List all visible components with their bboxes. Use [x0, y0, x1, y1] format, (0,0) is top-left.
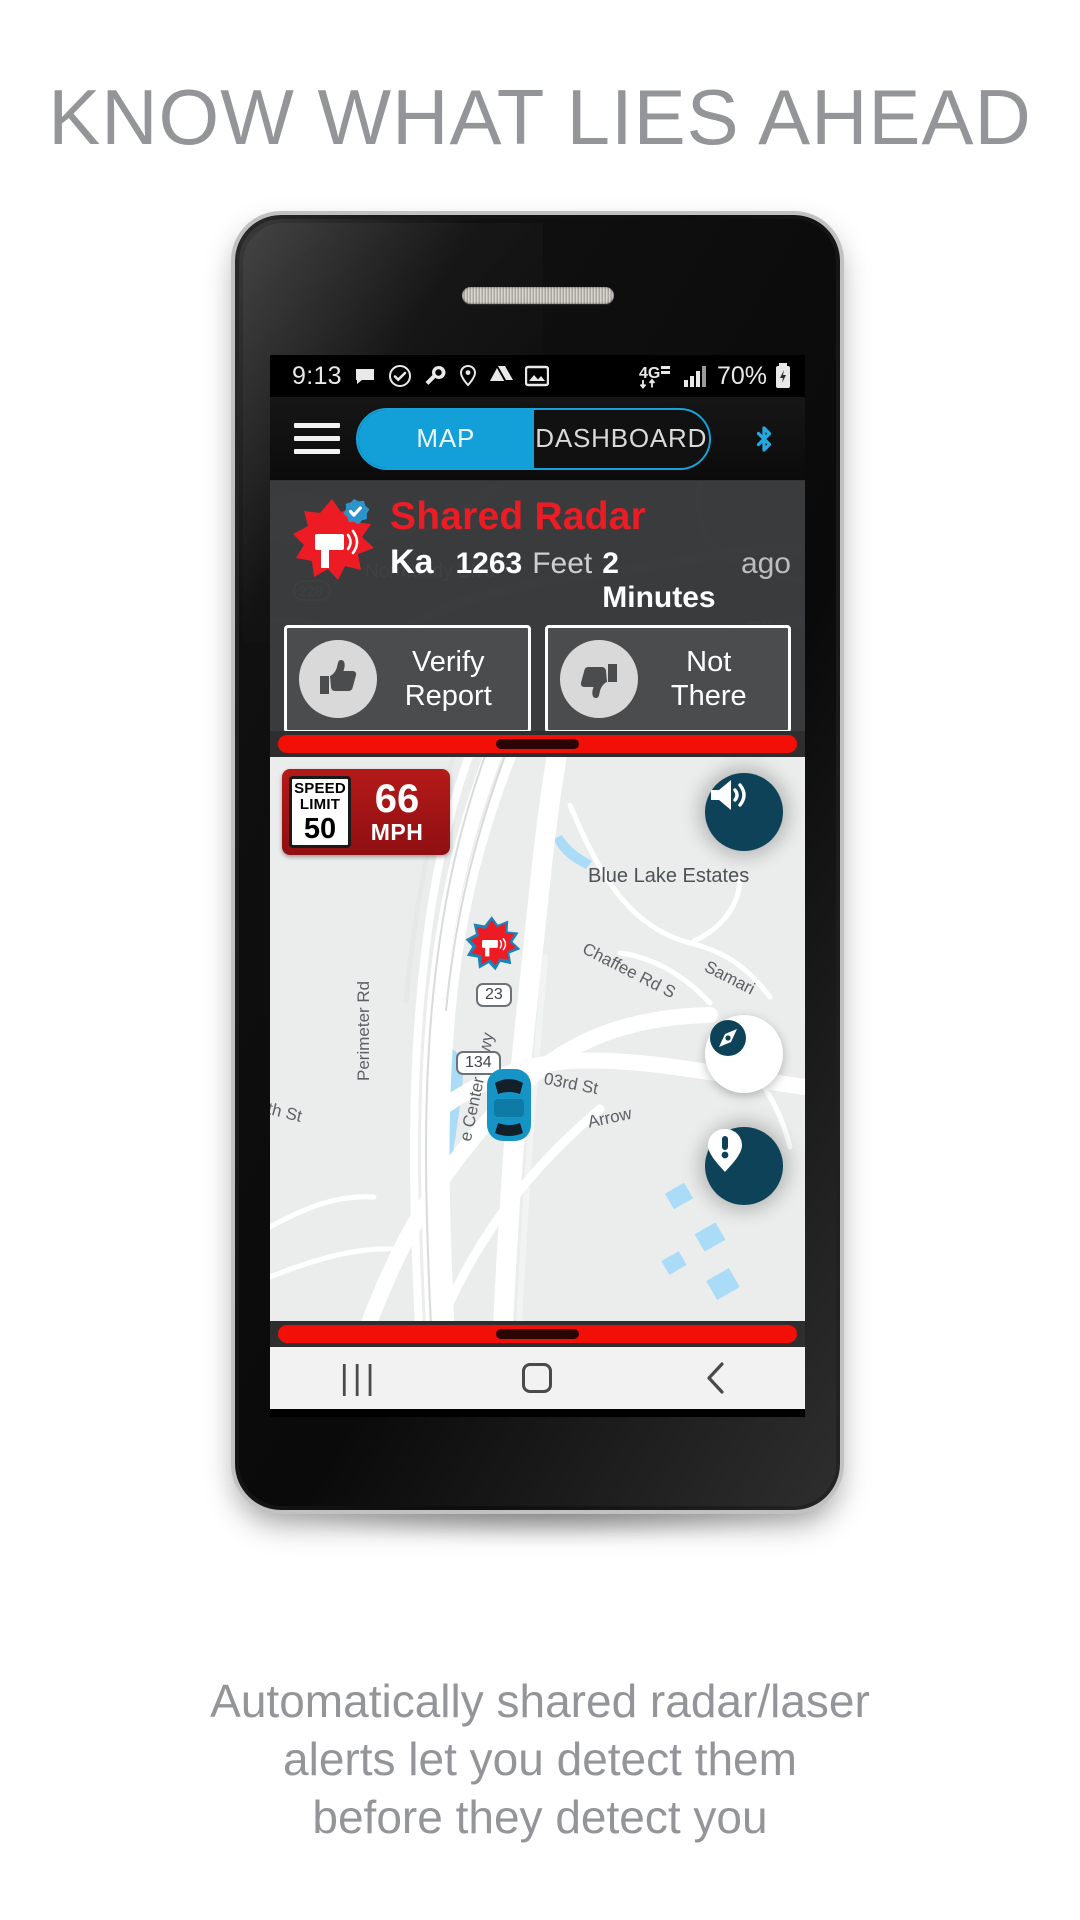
tab-map[interactable]: MAP	[358, 409, 534, 468]
earpiece-speaker	[461, 287, 614, 304]
map-label-perimeter-rd: Perimeter Rd	[354, 980, 373, 1081]
drive-icon	[489, 365, 514, 387]
report-button[interactable]	[705, 1127, 783, 1205]
volume-button[interactable]	[705, 773, 783, 851]
compass-button[interactable]	[705, 1015, 783, 1093]
not-there-button[interactable]: Not There	[544, 625, 791, 733]
scroll-thumb-bottom[interactable]	[495, 1329, 579, 1339]
map-label-blue-lake-estates: Blue Lake Estates	[588, 865, 750, 887]
thumbs-up-icon	[299, 640, 377, 718]
verify-report-button[interactable]: Verify Report	[284, 625, 531, 733]
scroll-track[interactable]	[278, 735, 797, 753]
radar-alert-marker-icon[interactable]	[465, 915, 521, 971]
battery-percent: 70%	[716, 361, 767, 390]
current-speed-value: 66	[374, 776, 420, 821]
recents-icon[interactable]: |||	[299, 1359, 419, 1398]
speed-limit-sign: SPEED LIMIT 50	[289, 776, 351, 848]
map-scroll-indicator-bottom[interactable]	[270, 1321, 805, 1347]
scroll-thumb[interactable]	[495, 739, 579, 749]
android-nav-bar: |||	[270, 1347, 805, 1409]
map-view[interactable]: SPEED LIMIT 50 66 MPH Blue Lake Estates …	[270, 757, 805, 1347]
alert-section: Normandy Blvd 228 ew	[270, 481, 805, 757]
signal-bars-icon	[683, 364, 709, 388]
battery-charging-icon	[775, 363, 791, 389]
alert-time-suffix: ago	[740, 547, 791, 580]
speed-limit-word-1: SPEED	[294, 779, 346, 797]
phone-screen: 9:13 4G 70% MAP DASHBOARD Shared Radar K…	[270, 355, 805, 1417]
caption-line-2: alerts let you detect them	[283, 1733, 797, 1785]
alert-time-value: 2 Minutes	[602, 547, 716, 614]
radar-gun-verified-icon	[288, 493, 380, 585]
promo-page: KNOW WHAT LIES AHEAD 9:13 4G 70% MAP DAS…	[0, 0, 1080, 1920]
alert-scroll-indicator-top[interactable]	[270, 731, 805, 757]
page-caption: Automatically shared radar/laser alerts …	[0, 1672, 1080, 1846]
current-speed-unit: MPH	[370, 818, 424, 845]
caption-line-3: before they detect you	[312, 1791, 768, 1843]
view-tab-group[interactable]: MAP DASHBOARD	[356, 407, 711, 470]
network-type-icon: 4G	[639, 363, 675, 389]
status-bar: 9:13 4G 70%	[270, 355, 805, 397]
wrench-icon	[423, 364, 447, 388]
hamburger-menu-icon[interactable]	[294, 423, 340, 454]
alert-distance-unit: Feet	[532, 547, 593, 580]
speed-limit-value: 50	[303, 812, 337, 845]
checkmark-shield-icon	[388, 364, 412, 388]
map-shield-23: 23	[476, 983, 512, 1007]
speed-limit-word-2: LIMIT	[299, 795, 341, 813]
phone-device: 9:13 4G 70% MAP DASHBOARD Shared Radar K…	[235, 215, 840, 1510]
caption-line-1: Automatically shared radar/laser	[210, 1675, 870, 1727]
status-time: 9:13	[292, 361, 342, 390]
scroll-track-bottom[interactable]	[278, 1325, 797, 1343]
not-there-label: Not There	[670, 646, 747, 712]
photo-icon	[524, 365, 550, 387]
alert-title: Shared Radar	[390, 495, 646, 538]
page-title: KNOW WHAT LIES AHEAD	[48, 73, 1032, 161]
message-icon	[353, 364, 377, 388]
current-speed: 66 MPH	[351, 779, 443, 846]
alert-details: Ka 1263 Feet 2 Minutes ago	[390, 543, 791, 615]
alert-action-buttons: Verify Report Not There	[284, 625, 791, 733]
speed-widget[interactable]: SPEED LIMIT 50 66 MPH	[282, 769, 450, 855]
tab-dashboard[interactable]: DASHBOARD	[534, 410, 710, 468]
app-top-bar: MAP DASHBOARD	[270, 397, 805, 481]
svg-text:4G: 4G	[639, 365, 660, 382]
verify-report-label: Verify Report	[404, 646, 492, 712]
location-pin-icon	[458, 364, 478, 387]
back-icon[interactable]	[656, 1360, 776, 1396]
bluetooth-icon[interactable]	[747, 417, 781, 461]
alert-distance-value: 1263	[455, 547, 523, 580]
alert-band: Ka	[390, 543, 434, 581]
shared-radar-alert[interactable]: Shared Radar Ka 1263 Feet 2 Minutes ago	[270, 481, 805, 741]
thumbs-down-icon	[559, 640, 638, 718]
home-icon[interactable]	[477, 1363, 597, 1393]
